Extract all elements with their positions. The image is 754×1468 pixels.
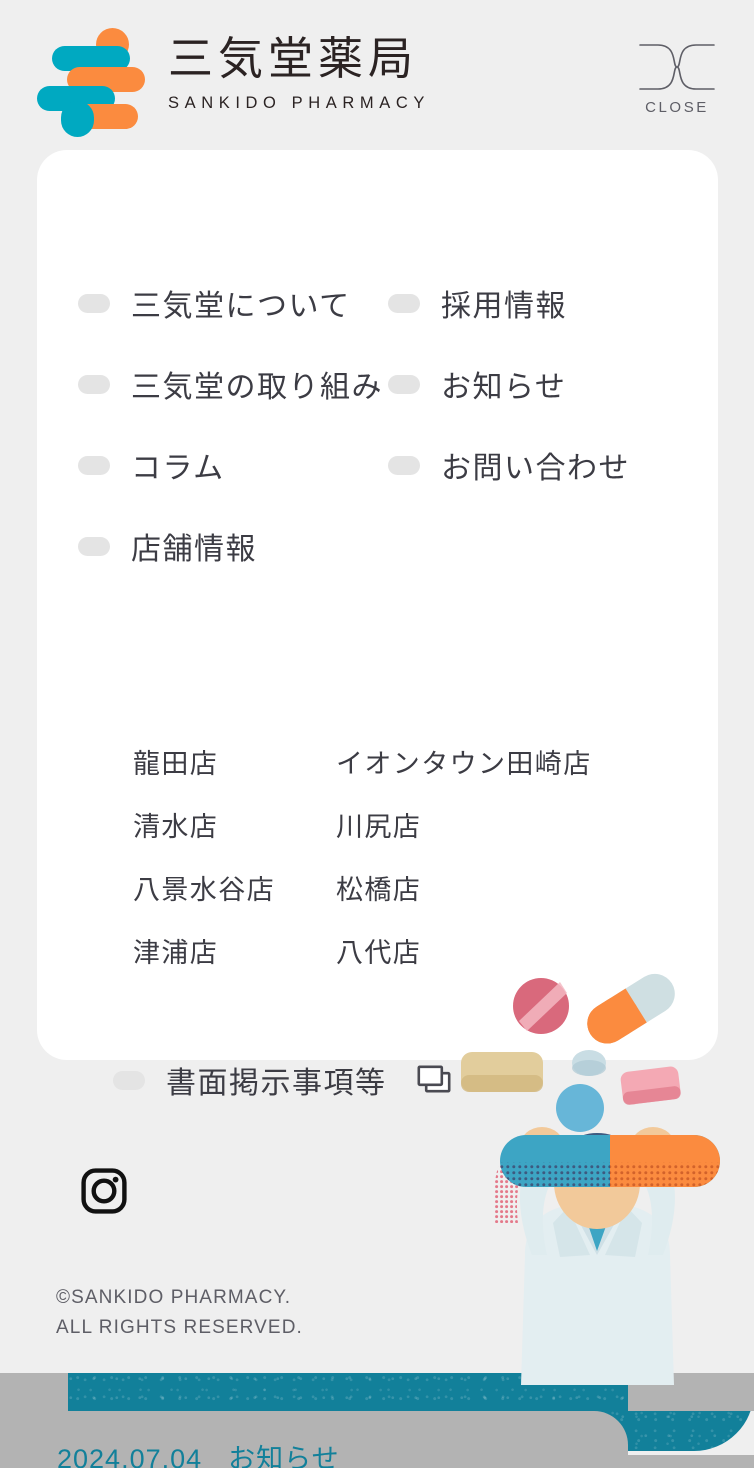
instagram-icon (81, 1168, 127, 1214)
copyright-line-1: ©SANKIDO PHARMACY. (56, 1287, 292, 1308)
menu-header: 三気堂薬局 SANKIDO PHARMACY CLOSE (0, 0, 754, 150)
pill-pink-square (620, 1066, 681, 1105)
bullet-icon (113, 1070, 145, 1090)
store-link-tsuura[interactable]: 津浦店 (133, 931, 336, 994)
mobile-menu-overlay-screen: 2024.07.04 お知らせ 三気堂薬局 SANKIDO PHARMACY CL… (0, 0, 754, 1468)
logo-dot-teal (61, 101, 94, 137)
bullet-icon (388, 293, 420, 313)
store-link-kawashiri[interactable]: 川尻店 (336, 805, 693, 868)
copyright-line-2: ALL RIGHTS RESERVED. (56, 1317, 303, 1338)
hand-right (631, 1127, 675, 1165)
nav-column-left: 店舗情報 (78, 524, 388, 568)
store-link-yatsushiro[interactable]: 八代店 (336, 931, 693, 994)
nav-column-right: 採用情報 (388, 281, 698, 325)
bullet-icon (78, 536, 110, 556)
bullet-icon (78, 293, 110, 313)
nav-row: コラム お問い合わせ (78, 443, 698, 524)
store-link-hakenomiya[interactable]: 八景水谷店 (133, 868, 336, 931)
store-link-tatsuda[interactable]: 龍田店 (133, 742, 336, 805)
nav-column-right: お問い合わせ (388, 443, 698, 487)
nav-column-left: 三気堂の取り組み (78, 362, 388, 406)
news-date: 2024.07.04 (57, 1444, 203, 1468)
pharmacist-figure (493, 1127, 675, 1385)
nav-item-label: お知らせ (441, 371, 567, 404)
nav-item-stores[interactable]: 店舗情報 (78, 524, 388, 568)
store-row: 清水店 川尻店 (133, 805, 693, 868)
menu-card: 三気堂について 採用情報 三気堂の取り組み お知らせ コラム お問い合わせ 店舗… (37, 150, 718, 1100)
store-link-matsubase[interactable]: 松橋店 (336, 868, 693, 931)
nav-column-left: 三気堂について (78, 281, 388, 325)
copyright: ©SANKIDO PHARMACY. ALL RIGHTS RESERVED. (56, 1283, 303, 1343)
overlay-dim-fill-bottom-right (628, 1455, 754, 1468)
news-category: お知らせ (228, 1444, 340, 1468)
store-link-aeontown-tasaki[interactable]: イオンタウン田崎店 (336, 742, 693, 805)
nav-item-label: 三気堂について (131, 290, 351, 323)
nav-item-label: コラム (131, 452, 225, 485)
bullet-icon (388, 374, 420, 394)
store-row: 津浦店 八代店 (133, 931, 693, 994)
external-window-icon (416, 1065, 450, 1093)
close-button-label: CLOSE (645, 99, 709, 116)
news-list-item[interactable]: 2024.07.04 お知らせ (57, 1437, 340, 1468)
nav-item-label: 採用情報 (441, 290, 567, 323)
nav-item-recruit[interactable]: 採用情報 (388, 281, 698, 325)
nav-item-column[interactable]: コラム (78, 443, 388, 487)
store-row: 龍田店 イオンタウン田崎店 (133, 742, 693, 805)
nav-item-news[interactable]: お知らせ (388, 362, 698, 406)
close-button[interactable]: CLOSE (638, 42, 716, 126)
nav-item-contact[interactable]: お問い合わせ (388, 443, 698, 487)
brand-name-ja: 三気堂薬局 (168, 33, 419, 84)
nav-column-right: お知らせ (388, 362, 698, 406)
big-capsule (500, 1135, 720, 1187)
instagram-link[interactable] (81, 1168, 127, 1214)
hand-left (520, 1127, 564, 1165)
nav-item-document-posting[interactable]: 書面掲示事項等 (113, 1058, 451, 1102)
nav-item-about[interactable]: 三気堂について (78, 281, 388, 325)
nav-row: 三気堂について 採用情報 (78, 281, 698, 362)
bullet-icon (78, 374, 110, 394)
overlay-dim-strip-right (628, 1373, 754, 1411)
hair (558, 1133, 636, 1180)
store-list: 龍田店 イオンタウン田崎店 清水店 川尻店 八景水谷店 松橋店 津浦店 八代店 (133, 742, 693, 994)
nav-row: 店舗情報 (78, 524, 698, 605)
nav-item-label: 書面掲示事項等 (166, 1067, 387, 1100)
overlay-dim-strip-left (0, 1373, 68, 1411)
nav-column-left: コラム (78, 443, 388, 487)
nav-item-label: お問い合わせ (441, 452, 630, 485)
head (554, 1137, 640, 1229)
brand-name-en: SANKIDO PHARMACY (168, 94, 430, 112)
close-icon (639, 44, 715, 90)
store-row: 八景水谷店 松橋店 (133, 868, 693, 931)
pill-blue-round (556, 1084, 604, 1132)
bullet-icon (78, 455, 110, 475)
nav-item-initiatives[interactable]: 三気堂の取り組み (78, 362, 388, 406)
nav-item-label: 三気堂の取り組み (131, 371, 383, 404)
primary-nav: 三気堂について 採用情報 三気堂の取り組み お知らせ コラム お問い合わせ 店舗… (78, 281, 698, 605)
brand-wordmark[interactable]: 三気堂薬局 SANKIDO PHARMACY (168, 36, 458, 113)
nav-row: 三気堂の取り組み お知らせ (78, 362, 698, 443)
bullet-icon (388, 455, 420, 475)
nav-item-label: 店舗情報 (131, 533, 257, 566)
store-link-shimizu[interactable]: 清水店 (133, 805, 336, 868)
sankido-logo-mark-icon[interactable] (37, 28, 145, 137)
